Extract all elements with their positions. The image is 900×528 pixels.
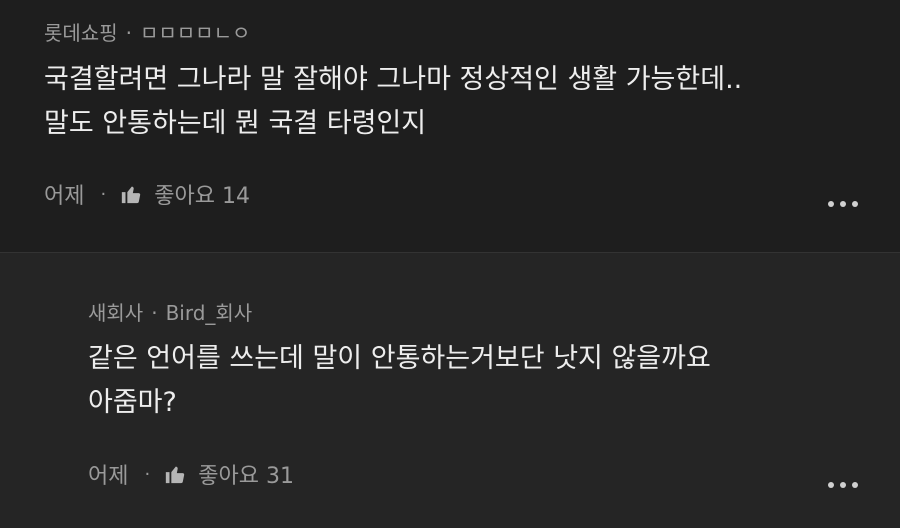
comment-line: 국결할려면 그나라 말 잘해야 그나마 정상적인 생활 가능한데..: [44, 64, 743, 95]
comment: 롯데쇼핑 · ㅁㅁㅁㅁㄴㅇ 국결할려면 그나라 말 잘해야 그나마 정상적인 생활 …: [0, 0, 900, 252]
comment-author[interactable]: 새회사: [88, 301, 143, 325]
comment-handle[interactable]: Bird_회사: [166, 301, 253, 325]
thumbs-up-icon[interactable]: [120, 183, 142, 205]
like-count: 14: [221, 184, 250, 209]
like-label: 좋아요: [154, 184, 215, 209]
like-button[interactable]: 좋아요 31: [198, 458, 294, 490]
comment-meta: 롯데쇼핑 · ㅁㅁㅁㅁㄴㅇ: [44, 17, 250, 46]
meta-separator: ·: [125, 21, 132, 45]
meta-separator: ·: [151, 301, 158, 325]
comment-meta: 새회사 · Bird_회사: [88, 297, 252, 326]
footer-separator: ·: [144, 463, 151, 485]
like-button[interactable]: 좋아요 14: [154, 178, 250, 210]
comment-time: 어제: [88, 464, 129, 489]
like-label: 좋아요: [198, 464, 259, 489]
thumbs-up-icon[interactable]: [164, 463, 186, 485]
comment-footer: 어제 · 좋아요 31: [88, 458, 294, 490]
comment-footer: 어제 · 좋아요 14: [44, 178, 250, 210]
comment-line: 같은 언어를 쓰는데 말이 안통하는거보단 낫지 않을까요: [88, 343, 711, 374]
comment-body: 국결할려면 그나라 말 잘해야 그나마 정상적인 생활 가능한데.. 말도 안통…: [44, 58, 742, 146]
comment-handle[interactable]: ㅁㅁㅁㅁㄴㅇ: [140, 21, 250, 45]
footer-separator: ·: [100, 183, 107, 205]
reply-comment: 새회사 · Bird_회사 같은 언어를 쓰는데 말이 안통하는거보단 낫지 않을까…: [0, 252, 900, 528]
more-options-icon[interactable]: [828, 201, 858, 207]
comment-time: 어제: [44, 184, 85, 209]
comment-body: 같은 언어를 쓰는데 말이 안통하는거보단 낫지 않을까요 아줌마?: [88, 337, 711, 425]
comment-author[interactable]: 롯데쇼핑: [44, 21, 118, 45]
comment-line: 아줌마?: [88, 387, 177, 418]
more-options-icon[interactable]: [828, 482, 858, 488]
like-count: 31: [265, 464, 294, 489]
comment-line: 말도 안통하는데 뭔 국결 타령인지: [44, 108, 427, 139]
